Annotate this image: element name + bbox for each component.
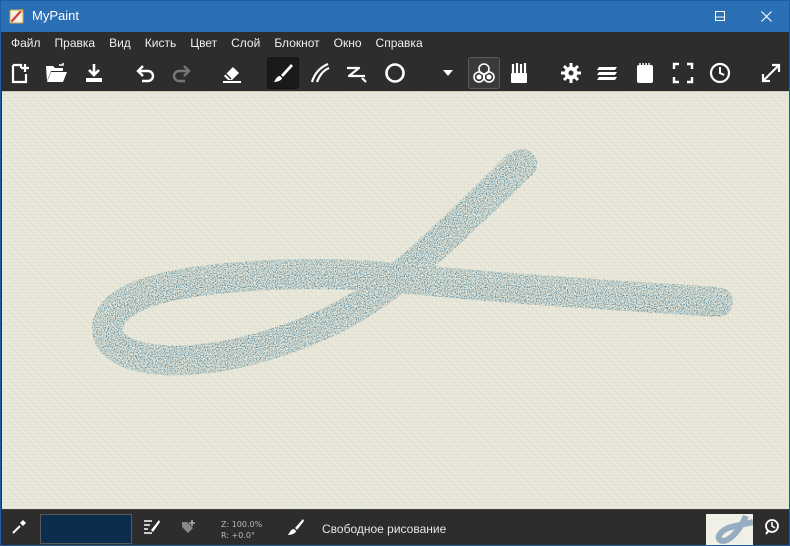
brush-editor-icon [143, 519, 161, 539]
open-file-button[interactable] [40, 57, 72, 89]
line-tool-button[interactable] [341, 57, 373, 89]
clock-icon [709, 62, 731, 84]
drawing-canvas[interactable] [2, 91, 789, 509]
current-brush-button[interactable] [286, 519, 306, 539]
inking-tool-button[interactable] [304, 57, 336, 89]
brushes-icon [508, 61, 532, 85]
menu-color[interactable]: Цвет [183, 32, 224, 55]
save-file-icon [84, 62, 104, 84]
eraser-button[interactable] [216, 57, 248, 89]
menu-file[interactable]: Файл [4, 32, 48, 55]
color-picker-button[interactable] [9, 519, 29, 539]
freehand-brush-button[interactable] [267, 57, 299, 89]
menu-bar: Файл Правка Вид Кисть Цвет Слой Блокнот … [1, 32, 789, 55]
menu-edit[interactable]: Правка [48, 32, 103, 55]
close-button[interactable] [743, 1, 789, 32]
main-toolbar [1, 55, 789, 91]
menu-brush[interactable]: Кисть [138, 32, 183, 55]
history-panel-button[interactable] [762, 519, 782, 539]
menu-view[interactable]: Вид [102, 32, 138, 55]
save-file-button[interactable] [78, 57, 110, 89]
add-to-favorites-button[interactable] [178, 519, 198, 539]
status-bar: Z: 100.0% R: +0.0° Свободное рисование [1, 509, 789, 545]
settings-button[interactable] [555, 57, 587, 89]
drawing-mode-label: Свободное рисование [322, 522, 447, 536]
scratchpad-button[interactable] [629, 57, 661, 89]
history-icon [763, 518, 781, 540]
redo-icon [171, 63, 193, 83]
layers-icon [596, 62, 620, 84]
rotation-level: R: +0.0° [221, 531, 255, 540]
mypaint-logo-icon [9, 8, 25, 24]
eyedropper-icon [11, 519, 27, 539]
add-to-favorites-icon [180, 519, 196, 539]
menu-help[interactable]: Справка [369, 32, 430, 55]
maximize-button[interactable] [697, 1, 743, 32]
ellipse-tool-icon [384, 62, 406, 84]
dropdown-arrow-icon [442, 69, 454, 77]
menu-window[interactable]: Окно [327, 32, 369, 55]
brush-editor-button[interactable] [142, 519, 162, 539]
scratchpad-icon [635, 61, 655, 85]
history-button[interactable] [704, 57, 736, 89]
fullscreen-icon [672, 62, 694, 84]
undo-button[interactable] [129, 57, 161, 89]
new-document-button[interactable] [4, 57, 36, 89]
main-window: MyPaint Файл Правка Вид Кисть Цвет Слой … [0, 0, 790, 546]
brush-stroke [92, 149, 733, 376]
maximize-icon [715, 11, 725, 21]
canvas-preview-thumbnail[interactable] [706, 514, 753, 545]
menu-scratchpad[interactable]: Блокнот [267, 32, 326, 55]
open-file-icon [44, 62, 68, 84]
inking-tool-icon [309, 62, 331, 84]
brushes-button[interactable] [504, 57, 536, 89]
color-circles-button[interactable] [468, 57, 500, 89]
freehand-brush-icon [272, 62, 294, 84]
tool-options-dropdown[interactable] [432, 57, 464, 89]
color-circles-icon [472, 61, 496, 85]
current-color-swatch[interactable] [40, 514, 132, 544]
eraser-icon [220, 62, 244, 84]
expand-arrows-icon [760, 62, 782, 84]
zoom-rotation-readout: Z: 100.0% R: +0.0° [221, 519, 262, 541]
window-title: MyPaint [32, 8, 79, 23]
line-tool-icon [345, 62, 369, 84]
close-icon [760, 11, 772, 22]
undo-icon [134, 63, 156, 83]
redo-button[interactable] [166, 57, 198, 89]
expand-button[interactable] [755, 57, 787, 89]
new-document-icon [9, 62, 31, 84]
settings-gear-icon [560, 62, 582, 84]
fullscreen-button[interactable] [667, 57, 699, 89]
layers-button[interactable] [592, 57, 624, 89]
menu-layer[interactable]: Слой [224, 32, 267, 55]
ellipse-tool-button[interactable] [379, 57, 411, 89]
paintbrush-icon [287, 518, 305, 540]
title-bar[interactable]: MyPaint [1, 1, 789, 32]
zoom-level: Z: 100.0% [221, 520, 263, 529]
